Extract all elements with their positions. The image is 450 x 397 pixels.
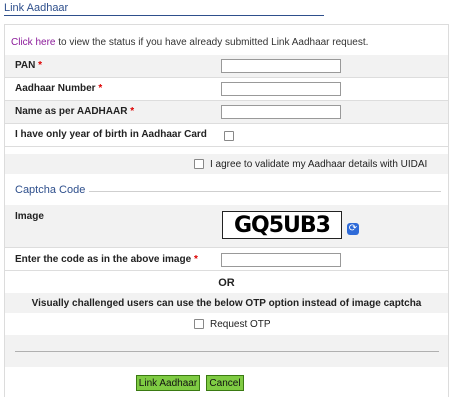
click-here-link[interactable]: Click here xyxy=(11,37,55,48)
refresh-captcha-icon[interactable]: ⟳ xyxy=(347,223,359,235)
captcha-input[interactable] xyxy=(221,253,341,267)
request-otp-label: Request OTP xyxy=(210,319,271,330)
aadhaar-input[interactable] xyxy=(221,82,341,96)
yob-checkbox[interactable] xyxy=(224,131,234,141)
request-otp-checkbox[interactable] xyxy=(194,319,204,329)
otp-info-text: Visually challenged users can use the be… xyxy=(31,298,422,309)
section-divider xyxy=(89,191,441,192)
status-notice: Click here to view the status if you hav… xyxy=(11,37,368,48)
pan-label: PAN * xyxy=(15,60,43,71)
pan-input[interactable] xyxy=(221,59,341,73)
form-divider xyxy=(15,351,439,352)
yob-label: I have only year of birth in Aadhaar Car… xyxy=(15,129,207,140)
name-input[interactable] xyxy=(221,105,341,119)
row-divider xyxy=(5,146,448,147)
consent-checkbox[interactable] xyxy=(194,159,204,169)
aadhaar-label: Aadhaar Number * xyxy=(15,83,103,94)
captcha-entry-label: Enter the code as in the above image * xyxy=(15,254,198,265)
title-divider xyxy=(4,15,324,16)
link-aadhaar-button[interactable]: Link Aadhaar xyxy=(136,375,200,391)
captcha-section-title: Captcha Code xyxy=(15,184,86,196)
image-label: Image xyxy=(15,211,44,222)
captcha-image: GQ5UB3 xyxy=(222,211,342,239)
or-separator: OR xyxy=(218,277,235,289)
notice-text: to view the status if you have already s… xyxy=(55,37,369,48)
name-label: Name as per AADHAAR * xyxy=(15,106,135,117)
row-divider xyxy=(5,270,448,271)
page-title: Link Aadhaar xyxy=(4,2,69,14)
cancel-button[interactable]: Cancel xyxy=(206,375,244,391)
link-aadhaar-panel: Click here to view the status if you hav… xyxy=(4,24,449,397)
consent-label: I agree to validate my Aadhaar details w… xyxy=(210,159,428,170)
